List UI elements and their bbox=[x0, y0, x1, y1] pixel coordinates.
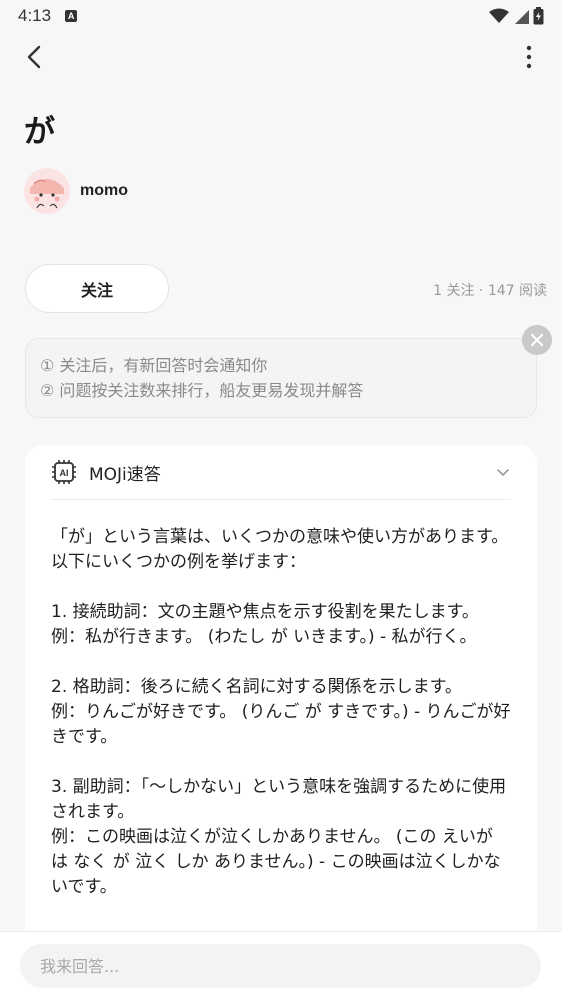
close-icon bbox=[530, 333, 544, 347]
avatar-image bbox=[24, 168, 70, 214]
follow-notice: ① 关注后，有新回答时会通知你 ② 问题按关注数来排行，船友更易发现并解答 bbox=[25, 338, 537, 418]
status-time: 4:13 bbox=[18, 6, 52, 25]
chevron-down-icon[interactable] bbox=[495, 464, 511, 480]
follow-read-stats: 1 关注 · 147 阅读 bbox=[433, 283, 547, 299]
answer-text: 「が」という言葉は、いくつかの意味や使い方があります。以下にいくつかの例を挙げま… bbox=[51, 527, 511, 897]
answer-card-header[interactable]: AI MOJi速答 bbox=[51, 445, 511, 500]
signal-icon bbox=[515, 10, 529, 24]
question-title: が bbox=[24, 114, 55, 150]
back-arrow-icon bbox=[27, 45, 41, 69]
wifi-icon bbox=[489, 8, 509, 23]
status-icons bbox=[489, 7, 544, 25]
svg-text:AI: AI bbox=[60, 468, 69, 478]
back-button[interactable] bbox=[20, 42, 50, 72]
battery-icon bbox=[533, 7, 544, 25]
ai-chip-icon: AI bbox=[52, 460, 76, 484]
top-bar bbox=[0, 36, 562, 80]
author-row[interactable]: momo bbox=[24, 168, 128, 214]
notice-line-1: ① 关注后，有新回答时会通知你 bbox=[40, 356, 268, 375]
answer-card: AI MOJi速答 「が」という言葉は、いくつかの意味や使い方があります。以下に… bbox=[25, 445, 537, 999]
avatar[interactable] bbox=[24, 168, 70, 214]
more-button[interactable] bbox=[514, 42, 544, 72]
status-bar: 4:13 A bbox=[0, 0, 562, 32]
more-vert-icon bbox=[526, 45, 532, 69]
follow-button[interactable]: 关注 bbox=[25, 264, 169, 313]
answer-card-title: MOJi速答 bbox=[89, 464, 161, 485]
reply-input[interactable] bbox=[20, 944, 541, 988]
notice-close-button[interactable] bbox=[522, 325, 552, 355]
author-name[interactable]: momo bbox=[80, 182, 128, 200]
reply-bar bbox=[0, 931, 562, 999]
notice-line-2: ② 问题按关注数来排行，船友更易发现并解答 bbox=[40, 381, 364, 400]
a-notification-icon: A bbox=[65, 10, 78, 22]
